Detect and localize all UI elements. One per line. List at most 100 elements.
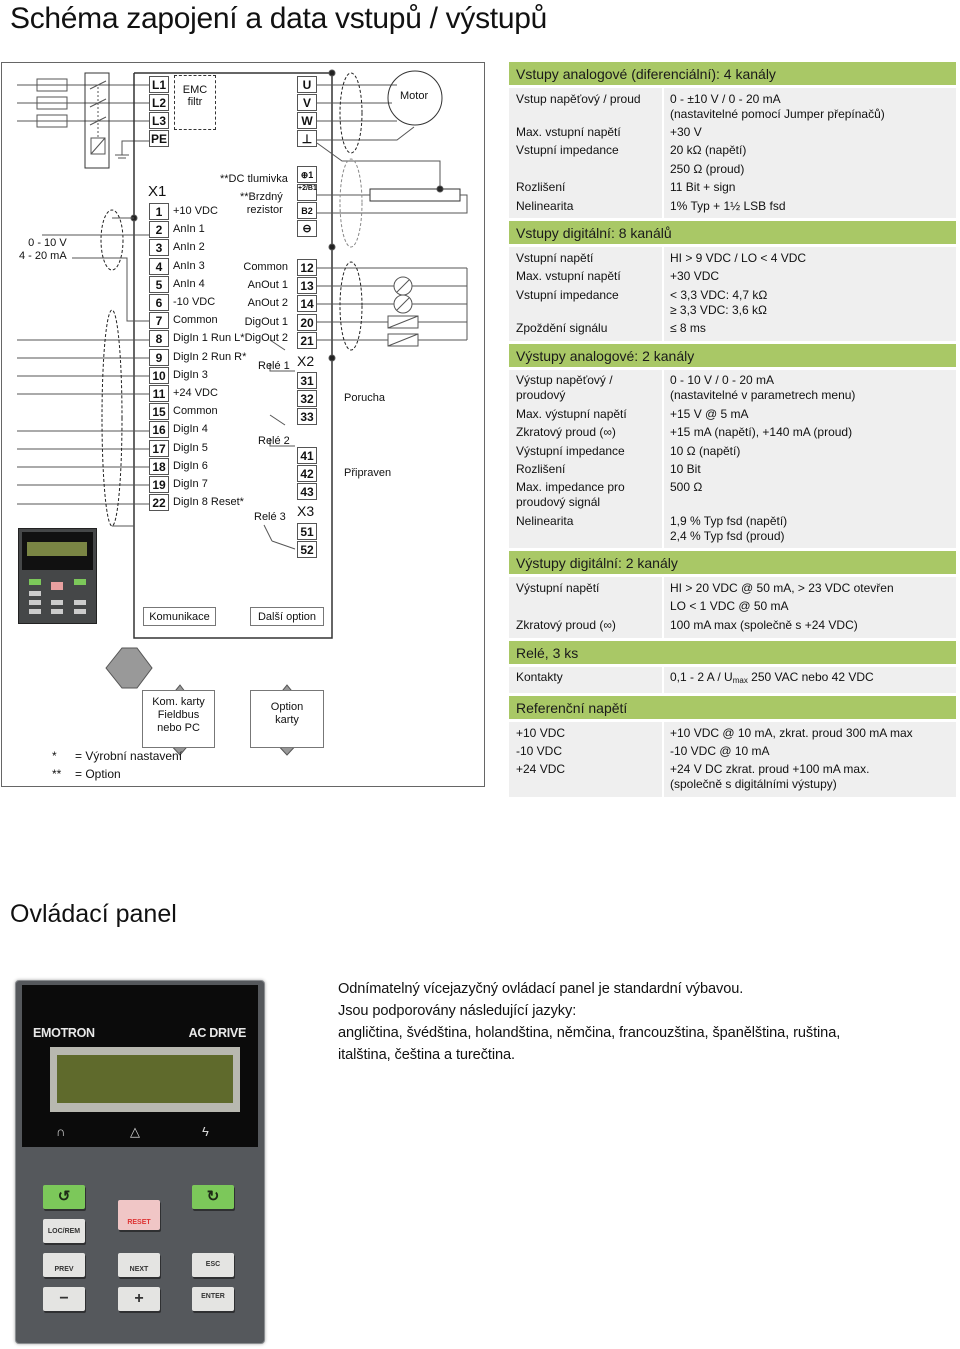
spec-value: 20 kΩ (napětí) — [670, 143, 747, 158]
power-indicator-icon: ϟ — [202, 1124, 209, 1139]
relay-label: Relé 3 — [254, 511, 286, 523]
brand-logo: EMOTRON — [33, 1026, 95, 1040]
spec-value: 10 Ω (napětí) — [670, 443, 741, 458]
section-header: Výstupy digitální: 2 kanály — [509, 551, 956, 575]
terminal-number: 42 — [297, 465, 317, 483]
terminal-number: 32 — [297, 390, 317, 408]
spec-value: < 3,3 VDC: 4,7 kΩ ≥ 3,3 VDC: 3,6 kΩ — [670, 287, 768, 317]
section-body: Vstup napěťový / proud Max. vstupní napět… — [509, 88, 956, 219]
spec-value: +15 mA (napětí), +140 mA (proud) — [670, 425, 853, 440]
spec-key: Max. vstupní napětí — [516, 125, 621, 140]
control-panel-photo: EMOTRON AC DRIVE ∩ △ ϟ ↺ ↻ RESET LOC/REM… — [15, 980, 265, 1344]
relay-function: Porucha — [344, 392, 385, 404]
spec-key: -10 VDC — [516, 743, 563, 758]
terminal-u: U — [297, 76, 317, 93]
esc-button[interactable]: ESC — [192, 1253, 234, 1277]
spec-values: 0 - ±10 V / 0 - 20 mA (nastavitelné pomo… — [664, 88, 956, 218]
terminal-label: DigIn 5 — [173, 441, 208, 454]
spec-value: +30 VDC — [670, 269, 720, 284]
spec-value: -10 VDC @ 10 mA — [670, 743, 770, 758]
terminal-b2: B2 — [297, 202, 317, 219]
terminal-number: 8 — [149, 330, 169, 348]
terminal-label: DigIn 4 — [173, 423, 208, 436]
terminal-number: 43 — [297, 483, 317, 501]
spec-key: Výstup napěťový / proudový — [516, 373, 613, 403]
spec-keys: Vstupní napětí Max. vstupní napětí Vstupní… — [509, 247, 664, 341]
analog-source-label: 0 - 10 V 4 - 20 mA — [19, 237, 67, 262]
io-specification-table: Vstupy analogové (diferenciální): 4 kaná… — [509, 62, 956, 800]
next-button[interactable]: NEXT — [118, 1253, 160, 1277]
minus-button[interactable]: − — [43, 1287, 85, 1311]
spec-value: 10 Bit — [670, 461, 701, 476]
terminal-dc-plus1: ⊕1 — [297, 166, 317, 183]
terminal-number: 22 — [149, 494, 169, 512]
enter-button[interactable]: ENTER — [192, 1287, 234, 1311]
spec-value: 1% Typ + 1½ LSB fsd — [670, 198, 786, 213]
terminal-number: 4 — [149, 257, 169, 275]
terminal-number: 1 — [149, 203, 169, 220]
spec-key: Zkratový proud (∞) — [516, 617, 616, 632]
run-indicator-icon: ∩ — [56, 1124, 66, 1139]
terminal-number: 52 — [297, 541, 317, 559]
spec-value: 0,1 - 2 A / Umax 250 VAC nebo 42 VDC — [670, 669, 950, 690]
section-header: Relé, 3 ks — [509, 640, 956, 664]
terminal-number: 15 — [149, 403, 169, 421]
description-line: italština, čeština a turečtina. — [338, 1047, 515, 1063]
terminal-number: 14 — [297, 295, 317, 313]
other-option-box: Další option — [250, 607, 324, 626]
spec-value: 250 Ω (proud) — [670, 161, 745, 176]
terminal-l3: L3 — [149, 112, 169, 129]
terminal-number: 21 — [297, 331, 317, 349]
spec-key: Nelinearita — [516, 513, 574, 528]
terminal-ground: ⊥ — [297, 130, 317, 147]
spec-key: Rozlišení — [516, 180, 566, 195]
spec-value: 1,9 % Typ fsd (napětí) 2,4 % Typ fsd (pr… — [670, 513, 788, 543]
spec-key: Max. výstupní napětí — [516, 406, 627, 421]
terminal-number: 51 — [297, 523, 317, 540]
communication-box: Komunikace — [143, 607, 216, 626]
loc-rem-button[interactable]: LOC/REM — [43, 1219, 85, 1243]
spec-keys: Výstupní napětí Zkratový proud (∞) — [509, 577, 664, 638]
plus-button[interactable]: + — [118, 1287, 160, 1311]
prev-button[interactable]: PREV — [43, 1253, 85, 1277]
spec-key: Výstupní impedance — [516, 443, 625, 458]
spec-key: Max. vstupní napětí — [516, 269, 621, 284]
terminal-number: 20 — [297, 313, 317, 331]
terminal-number: 9 — [149, 348, 169, 366]
spec-value: +10 VDC @ 10 mA, zkrat. proud 300 mA max — [670, 725, 913, 740]
terminal-number: 13 — [297, 277, 317, 295]
terminal-label: AnIn 4 — [173, 277, 205, 290]
section-header: Výstupy analogové: 2 kanály — [509, 343, 956, 367]
spec-value: 0 - ±10 V / 0 - 20 mA (nastavitelné pomo… — [670, 91, 885, 121]
terminal-label: -10 VDC — [173, 296, 216, 308]
relay-label: Relé 2 — [258, 435, 290, 447]
terminal-number: 6 — [149, 294, 169, 311]
next-label: NEXT — [129, 1266, 149, 1273]
prev-label: PREV — [54, 1266, 74, 1273]
spec-key: Vstupní napětí — [516, 250, 594, 265]
spec-value-text: 0,1 - 2 A / U — [670, 670, 733, 685]
run-right-button[interactable]: ↻ — [192, 1185, 234, 1209]
terminal-label: AnOut 2 — [247, 297, 288, 310]
spec-key: Nelinearita — [516, 198, 574, 213]
dc-choke-label: **DC tlumivka — [220, 173, 288, 185]
terminal-number: 41 — [297, 447, 317, 464]
spec-values: 0 - 10 V / 0 - 20 mA (nastavitelné v par… — [664, 370, 956, 549]
run-left-button[interactable]: ↺ — [43, 1185, 85, 1209]
spec-value: +30 V — [670, 125, 702, 140]
terminal-label: DigIn 2 Run R* — [173, 350, 247, 363]
terminal-label: AnIn 2 — [173, 241, 205, 254]
description-line: angličtina, švédština, holandština, němč… — [338, 1025, 841, 1041]
spec-value: 0 - 10 V / 0 - 20 mA (nastavitelné v par… — [670, 373, 856, 403]
spec-keys: Vstup napěťový / proud Max. vstupní napět… — [509, 88, 664, 219]
terminal-label: AnIn 1 — [173, 223, 205, 236]
stop-reset-button[interactable]: RESET — [118, 1200, 160, 1230]
terminal-number: 19 — [149, 476, 169, 493]
product-label: AC DRIVE — [188, 1026, 247, 1040]
spec-key: Vstup napěťový / proud — [516, 91, 641, 106]
terminal-number: 5 — [149, 275, 169, 293]
spec-values: HI > 9 VDC / LO < 4 VDC +30 VDC < 3,3 VDC:… — [664, 247, 956, 341]
spec-key: Zkratový proud (∞) — [516, 425, 616, 440]
wiring-lines — [17, 69, 468, 756]
terminal-v: V — [297, 94, 317, 111]
